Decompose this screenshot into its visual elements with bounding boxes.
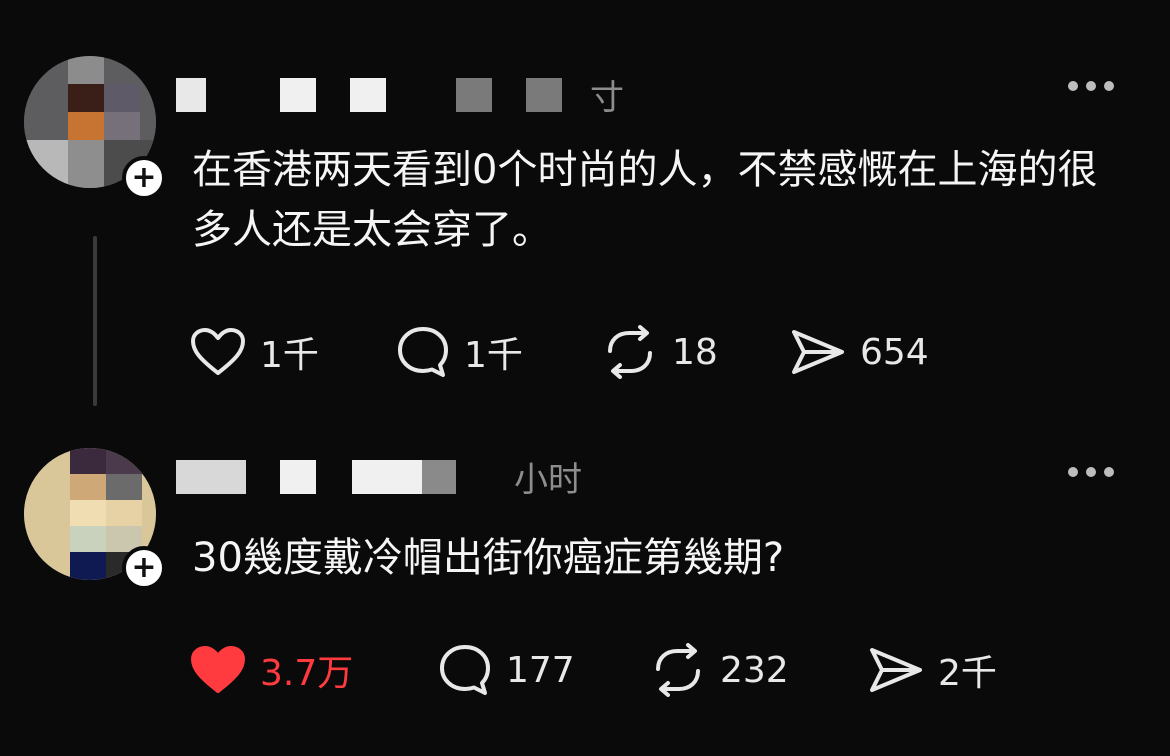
more-icon[interactable] <box>1068 462 1114 482</box>
thread-line <box>93 236 97 406</box>
repost-button[interactable]: 18 <box>602 322 718 382</box>
share-icon <box>870 648 922 692</box>
follow-plus-icon[interactable]: + <box>122 156 166 200</box>
action-bar: 1千 1千 18 654 <box>190 322 1090 382</box>
like-button[interactable]: 1千 <box>190 322 319 382</box>
share-count: 654 <box>860 331 929 373</box>
follow-plus-icon[interactable]: + <box>122 546 166 590</box>
share-count: 2千 <box>938 653 997 694</box>
post-text: 在香港两天看到0个时尚的人，不禁感慨在上海的很多人还是太会穿了。 <box>192 147 1098 253</box>
comment-icon <box>440 645 490 695</box>
like-count: 1千 <box>260 335 319 376</box>
post-time: 小时 <box>514 460 582 500</box>
post-1: + 寸 在香港两天看到0个时尚的人，不禁感慨在上海的很多人还是太会穿了。 1千 … <box>0 0 1170 410</box>
comment-button[interactable]: 177 <box>438 640 575 700</box>
share-button[interactable]: 654 <box>790 322 929 382</box>
heart-icon <box>191 646 245 693</box>
like-count: 3.7万 <box>260 653 354 694</box>
comment-icon <box>398 327 448 377</box>
like-button[interactable]: 3.7万 <box>190 640 353 700</box>
heart-icon <box>191 328 245 375</box>
action-bar: 3.7万 177 232 2千 <box>190 640 1090 700</box>
post-time: 寸 <box>590 78 624 118</box>
comment-count: 1千 <box>464 335 523 376</box>
post-text: 30幾度戴冷帽出街你癌症第幾期? <box>192 535 785 581</box>
repost-icon <box>608 325 652 379</box>
repost-count: 18 <box>672 331 718 373</box>
repost-icon <box>656 643 700 697</box>
share-button[interactable]: 2千 <box>868 640 997 700</box>
share-icon <box>792 330 844 374</box>
comment-button[interactable]: 1千 <box>396 322 523 382</box>
more-icon[interactable] <box>1068 76 1114 96</box>
repost-button[interactable]: 232 <box>650 640 789 700</box>
repost-count: 232 <box>720 649 789 691</box>
comment-count: 177 <box>506 649 575 691</box>
